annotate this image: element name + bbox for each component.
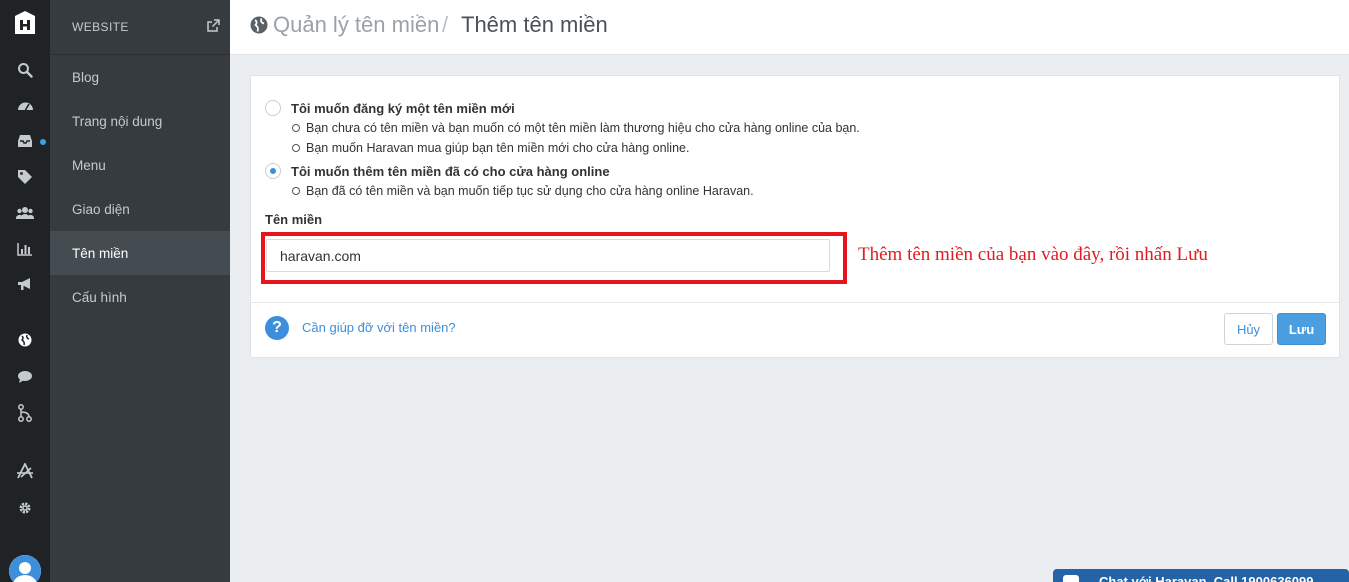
branch-icon[interactable] [15,403,35,423]
radio-register-new[interactable] [265,100,281,116]
bullet-circle-icon [292,124,300,132]
dashboard-icon[interactable] [15,95,35,115]
chat-bubble-icon[interactable] [15,367,35,387]
globe-icon [250,16,268,34]
subnav-item-settings[interactable]: Cấu hình [50,275,230,319]
subnav-item-label: Tên miền [72,245,129,261]
chat-label: Chat với Haravan. Call 1900636099 [1099,574,1314,582]
notification-dot [40,139,46,145]
option-title: Tôi muốn thêm tên miền đã có cho cửa hàn… [291,163,610,179]
chat-icon [1063,575,1079,582]
search-icon[interactable] [15,60,35,80]
chat-widget[interactable]: Chat với Haravan. Call 1900636099 [1053,569,1349,582]
external-link-icon[interactable] [206,19,220,33]
domain-field-label: Tên miền [265,212,323,227]
subnav-item-label: Menu [72,157,106,173]
option-title: Tôi muốn đăng ký một tên miền mới [291,100,515,116]
subnav-item-label: Trang nội dung [72,113,163,129]
breadcrumb-separator: / [442,12,449,37]
subnav-item-theme[interactable]: Giao diện [50,187,230,231]
help-link[interactable]: Cần giúp đỡ với tên miền? [302,320,456,335]
subnav-item-label: Giao diện [72,201,130,217]
subnav-item-label: Blog [72,69,100,85]
logo-icon[interactable] [12,10,38,38]
gear-icon[interactable] [15,498,35,518]
radio-add-existing[interactable] [265,163,281,179]
option-bullet: Bạn chưa có tên miền và bạn muốn có một … [292,121,860,135]
bar-chart-icon[interactable] [15,239,35,259]
page-header: Quản lý tên miền / Thêm tên miền [230,0,1349,55]
annotation-text: Thêm tên miền của bạn vào đây, rồi nhấn … [858,244,1208,265]
card-footer: ? Cần giúp đỡ với tên miền? Hủy Lưu [251,302,1339,358]
cancel-button[interactable]: Hủy [1224,313,1273,345]
domain-input[interactable] [266,239,830,272]
add-domain-card: Tôi muốn đăng ký một tên miền mới Bạn ch… [250,75,1340,358]
icon-rail [0,0,50,582]
breadcrumb-parent[interactable]: Quản lý tên miền [273,12,439,38]
subnav-item-menu[interactable]: Menu [50,143,230,187]
subnav-header: WEBSITE [50,0,230,55]
subnav-item-pages[interactable]: Trang nội dung [50,99,230,143]
megaphone-icon[interactable] [15,274,35,294]
subnav-title: WEBSITE [72,20,129,34]
subnav-item-domains[interactable]: Tên miền [50,231,230,275]
help-icon[interactable]: ? [265,316,289,340]
subnav-item-blog[interactable]: Blog [50,55,230,99]
bullet-circle-icon [292,187,300,195]
option-add-existing-domain[interactable]: Tôi muốn thêm tên miền đã có cho cửa hàn… [265,163,610,179]
save-button[interactable]: Lưu [1277,313,1326,345]
inbox-icon[interactable] [15,131,35,151]
page-title: Thêm tên miền [461,12,608,37]
avatar[interactable] [9,555,41,582]
website-subnav: WEBSITE Blog Trang nội dung Menu Giao di… [50,0,230,582]
subnav-item-label: Cấu hình [72,289,127,305]
option-bullet: Bạn muốn Haravan mua giúp bạn tên miền m… [292,141,689,155]
bullet-circle-icon [292,144,300,152]
option-register-new-domain[interactable]: Tôi muốn đăng ký một tên miền mới [265,100,515,116]
tags-icon[interactable] [15,167,35,187]
users-icon[interactable] [15,203,35,223]
apps-icon[interactable] [15,461,35,481]
globe-icon[interactable] [15,330,35,350]
option-bullet: Bạn đã có tên miền và bạn muốn tiếp tục … [292,184,754,198]
